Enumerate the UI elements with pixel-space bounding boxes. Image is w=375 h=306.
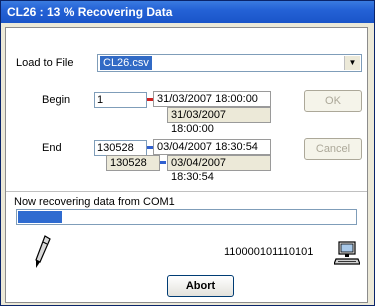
computer-icon bbox=[333, 240, 361, 266]
end-input[interactable]: 130528 bbox=[94, 140, 147, 156]
progress-bar bbox=[16, 209, 357, 225]
end-label: End bbox=[42, 142, 62, 154]
cancel-button[interactable]: Cancel bbox=[304, 138, 362, 160]
pen-icon bbox=[31, 234, 53, 270]
begin-label: Begin bbox=[42, 94, 71, 106]
main-panel: Load to File CL26.csv ▼ Begin 1 31/03/20… bbox=[5, 27, 368, 303]
window-title: CL26 : 13 % Recovering Data bbox=[7, 5, 173, 19]
chevron-down-icon[interactable]: ▼ bbox=[344, 56, 360, 70]
end-input-echo: 130528 bbox=[106, 155, 160, 171]
begin-datetime-bottom: 31/03/2007 18:00:00 bbox=[167, 107, 271, 135]
dialog-window: CL26 : 13 % Recovering Data Load to File… bbox=[0, 0, 375, 306]
progress-fill bbox=[18, 211, 62, 223]
end-datetime-bottom: 03/04/2007 18:30:54 bbox=[167, 155, 271, 183]
end-marker-bottom bbox=[160, 161, 166, 164]
bit-stream: 110000101110101 bbox=[224, 246, 314, 258]
load-file-value: CL26.csv bbox=[100, 56, 152, 70]
abort-button[interactable]: Abort bbox=[167, 275, 234, 297]
load-to-file-label: Load to File bbox=[16, 57, 74, 69]
divider bbox=[6, 191, 367, 192]
begin-datetime-top: 31/03/2007 18:00:00 bbox=[153, 91, 271, 107]
load-to-file-combo[interactable]: CL26.csv ▼ bbox=[97, 54, 362, 72]
begin-input[interactable]: 1 bbox=[94, 92, 147, 108]
title-bar[interactable]: CL26 : 13 % Recovering Data bbox=[1, 1, 374, 23]
status-message: Now recovering data from COM1 bbox=[14, 196, 175, 208]
end-datetime-top: 03/04/2007 18:30:54 bbox=[153, 139, 271, 155]
ok-button[interactable]: OK bbox=[304, 90, 362, 112]
